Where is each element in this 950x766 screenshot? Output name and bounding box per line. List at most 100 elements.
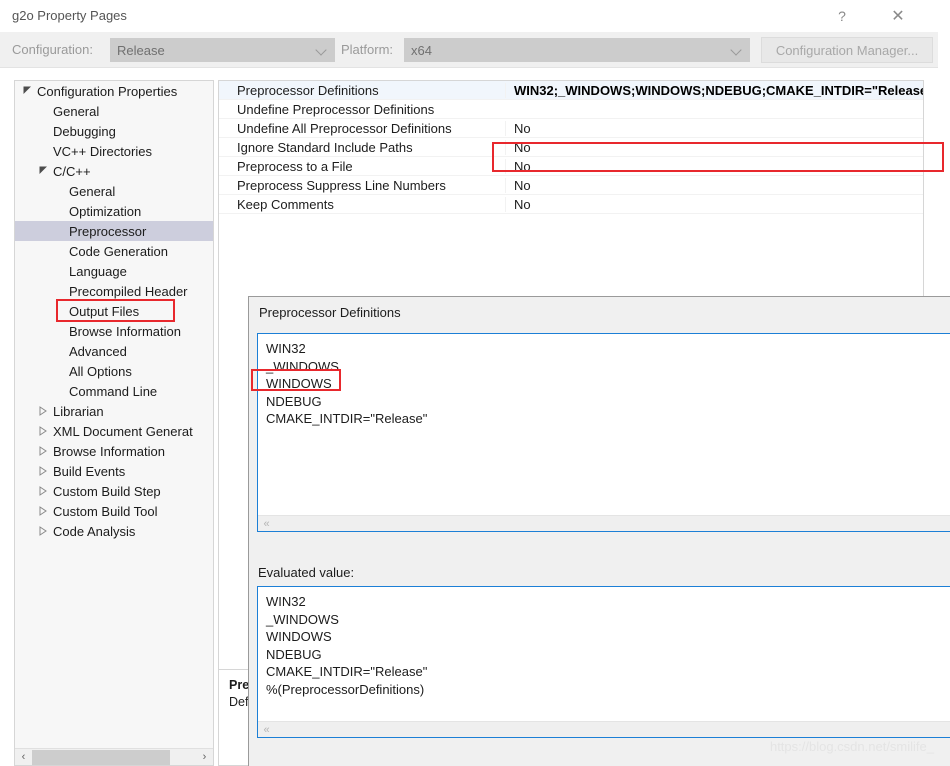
definitions-horizontal-scrollbar[interactable]: « [258,515,950,531]
tree-item-label: Optimization [69,203,142,219]
tree-item-language[interactable]: Language [15,261,213,281]
evaluated-line: WIN32 [266,594,306,609]
triangle-right-icon[interactable] [37,461,51,481]
tree-item-precompiled-header[interactable]: Precompiled Header [15,281,213,301]
property-name: Keep Comments [237,196,334,212]
tree-item-label: All Options [69,363,132,379]
preprocessor-definitions-editor: Preprocessor Definitions WIN32 _WINDOWS WI… [248,296,950,766]
scrollbar-track[interactable] [32,749,196,766]
scrollbar-thumb[interactable] [32,749,170,765]
evaluated-value-box: WIN32 _WINDOWS WINDOWS NDEBUG CMAKE_INTDIR="… [257,586,950,738]
property-value[interactable]: WIN32;_WINDOWS;WINDOWS;NDEBUG;CMAKE_INTD… [505,82,923,98]
tree-item-label: Browse Information [69,323,181,339]
definitions-textarea[interactable]: WIN32 _WINDOWS WINDOWS NDEBUG CMAKE_INTDIR="… [257,333,950,532]
triangle-right-icon[interactable] [37,481,51,501]
tree-item-label: C/C++ [53,163,91,179]
evaluated-line: WINDOWS [266,629,332,644]
property-value[interactable]: No [505,158,923,174]
evaluated-line: CMAKE_INTDIR="Release" [266,664,428,679]
tree-item-code-generation[interactable]: Code Generation [15,241,213,261]
tree-item-custom-build-step[interactable]: Custom Build Step [15,481,213,501]
tree-item-debugging[interactable]: Debugging [15,121,213,141]
tree-item-xml-document-generat[interactable]: XML Document Generat [15,421,213,441]
triangle-right-icon[interactable] [37,421,51,441]
tree-item-label: Code Analysis [53,523,136,539]
property-row[interactable]: Undefine Preprocessor Definitions [219,100,923,119]
platform-select[interactable]: x64 [404,38,750,62]
configuration-label: Configuration: [12,42,93,57]
evaluated-horizontal-scrollbar[interactable]: « [258,721,950,737]
triangle-down-icon[interactable] [21,81,35,101]
property-value[interactable]: No [505,139,923,155]
triangle-down-icon[interactable] [37,161,51,181]
scrollbar-track[interactable] [275,721,950,737]
chevron-down-icon [316,44,328,56]
window-title: g2o Property Pages [12,8,127,23]
scroll-left-icon[interactable]: « [258,515,275,531]
evaluated-line: NDEBUG [266,646,322,662]
chevron-down-icon [731,44,743,56]
property-value[interactable]: No [505,177,923,193]
property-row[interactable]: Undefine All Preprocessor Definitions No [219,119,923,138]
tree-item-browse-information[interactable]: Browse Information [15,321,213,341]
tree-item-label: Precompiled Header [69,283,188,299]
property-row[interactable]: Preprocess to a File No [219,157,923,176]
evaluated-line: %(PreprocessorDefinitions) [266,681,425,697]
property-name: Undefine All Preprocessor Definitions [237,120,452,136]
tree-item-general[interactable]: General [15,181,213,201]
scroll-left-icon[interactable]: ‹ [15,749,32,766]
tree-item-c-c[interactable]: C/C++ [15,161,213,181]
tree-item-label: Build Events [53,463,126,479]
triangle-right-icon[interactable] [37,401,51,421]
tree-item-general[interactable]: General [15,101,213,121]
tree-item-build-events[interactable]: Build Events [15,461,213,481]
tree-item-label: Advanced [69,343,127,359]
tree-item-label: Librarian [53,403,104,419]
scrollbar-track[interactable] [275,515,950,531]
tree-item-vc-directories[interactable]: VC++ Directories [15,141,213,161]
property-row[interactable]: Preprocess Suppress Line Numbers No [219,176,923,195]
definition-line: WINDOWS [266,376,332,391]
close-icon[interactable]: ✕ [876,0,920,32]
tree-item-label: Configuration Properties [37,83,178,99]
triangle-right-icon[interactable] [37,521,51,541]
platform-value: x64 [411,42,432,58]
tree-item-browse-information[interactable]: Browse Information [15,441,213,461]
tree-item-librarian[interactable]: Librarian [15,401,213,421]
scroll-right-icon[interactable]: › [196,749,213,766]
configuration-select[interactable]: Release [110,38,335,62]
property-name: Preprocessor Definitions [237,82,379,98]
tree-item-configuration-properties[interactable]: Configuration Properties [15,81,213,101]
configuration-bar: Configuration: Release Platform: x64 Con… [0,32,938,68]
title-bar: g2o Property Pages ? ✕ [0,0,938,32]
configuration-manager-button[interactable]: Configuration Manager... [761,37,933,63]
help-question-icon[interactable]: ? [820,0,864,32]
tree-item-preprocessor[interactable]: Preprocessor [15,221,213,241]
tree-item-output-files[interactable]: Output Files [15,301,213,321]
tree-item-label: General [69,183,116,199]
triangle-right-icon[interactable] [37,441,51,461]
property-row[interactable]: Ignore Standard Include Paths No [219,138,923,157]
evaluated-line: _WINDOWS [266,611,339,627]
triangle-right-icon[interactable] [37,501,51,521]
property-row[interactable]: Keep Comments No [219,195,923,214]
property-value[interactable]: No [505,120,923,136]
tree-item-command-line[interactable]: Command Line [15,381,213,401]
tree-item-advanced[interactable]: Advanced [15,341,213,361]
tree-item-code-analysis[interactable]: Code Analysis [15,521,213,541]
tree-item-all-options[interactable]: All Options [15,361,213,381]
tree-item-optimization[interactable]: Optimization [15,201,213,221]
scroll-left-icon[interactable]: « [258,721,275,737]
property-row[interactable]: Preprocessor Definitions WIN32;_WINDOWS;W… [219,81,923,100]
dialog-body: Configuration Properties General Debugging… [0,68,950,766]
property-value[interactable]: No [505,196,923,212]
tree-scroll-area[interactable]: Configuration Properties General Debugging… [15,81,213,749]
tree-horizontal-scrollbar[interactable]: ‹ › [15,748,213,765]
tree-item-custom-build-tool[interactable]: Custom Build Tool [15,501,213,521]
